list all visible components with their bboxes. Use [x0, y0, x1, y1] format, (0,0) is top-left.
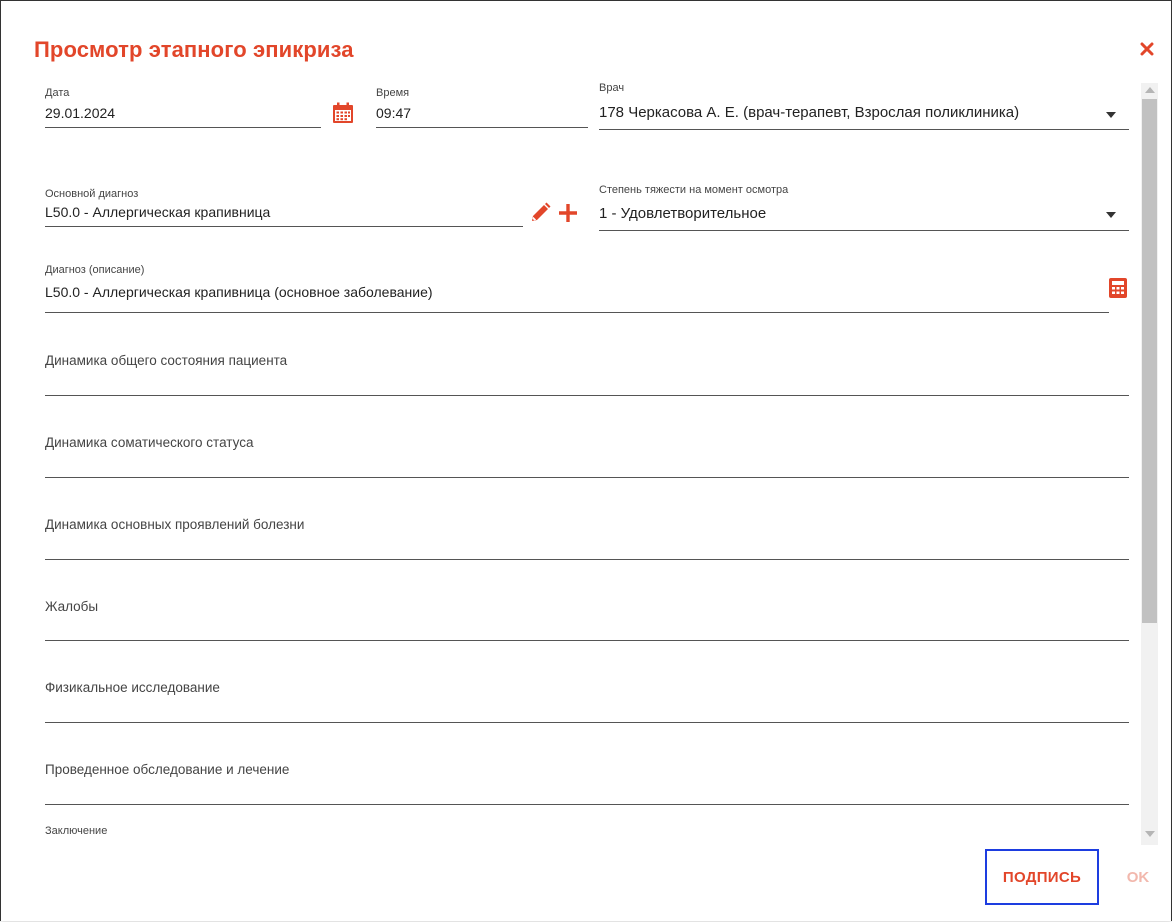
- diagnosis-desc-field[interactable]: L50.0 - Аллергическая крапивница (основн…: [45, 284, 433, 300]
- scroll-down-icon[interactable]: [1145, 831, 1155, 837]
- doctor-underline: [599, 129, 1129, 130]
- pencil-icon[interactable]: [529, 202, 551, 229]
- scrollbar-thumb[interactable]: [1142, 99, 1157, 623]
- date-field[interactable]: 29.01.2024: [45, 105, 115, 121]
- physical-exam-field[interactable]: Физикальное исследование: [45, 680, 220, 695]
- doctor-label: Врач: [599, 82, 625, 94]
- complaints-field[interactable]: Жалобы: [45, 599, 98, 614]
- severity-label: Степень тяжести на момент осмотра: [599, 184, 789, 196]
- complaints-underline: [45, 640, 1129, 641]
- date-label: Дата: [45, 87, 70, 99]
- epicrisis-dialog: Просмотр этапного эпикриза Дата 29.01.20…: [0, 0, 1172, 921]
- somatic-status-field[interactable]: Динамика соматического статуса: [45, 435, 254, 450]
- time-underline: [376, 127, 588, 128]
- close-icon[interactable]: [1139, 41, 1157, 59]
- ok-button[interactable]: OK: [1121, 865, 1155, 889]
- dialog-title: Просмотр этапного эпикриза: [34, 37, 354, 62]
- main-diagnosis-label: Основной диагноз: [45, 188, 139, 200]
- severity-select[interactable]: 1 - Удовлетворительное: [599, 205, 766, 222]
- disease-manifest-underline: [45, 559, 1129, 560]
- general-state-underline: [45, 395, 1129, 396]
- sign-button[interactable]: ПОДПИСЬ: [985, 849, 1099, 905]
- chevron-down-icon[interactable]: [1106, 212, 1116, 218]
- calendar-icon[interactable]: [332, 102, 354, 129]
- general-state-field[interactable]: Динамика общего состояния пациента: [45, 353, 287, 368]
- physical-exam-underline: [45, 722, 1129, 723]
- disease-manifest-field[interactable]: Динамика основных проявлений болезни: [45, 517, 304, 532]
- calculator-icon[interactable]: [1108, 277, 1128, 304]
- chevron-down-icon[interactable]: [1106, 112, 1116, 118]
- time-label: Время: [376, 87, 410, 99]
- severity-underline: [599, 230, 1129, 231]
- exam-treatment-underline: [45, 804, 1129, 805]
- plus-icon[interactable]: [557, 202, 579, 229]
- doctor-select[interactable]: 178 Черкасова А. Е. (врач-терапевт, Взро…: [599, 104, 1019, 121]
- somatic-status-underline: [45, 477, 1129, 478]
- diagnosis-desc-underline: [45, 312, 1109, 313]
- scroll-up-icon[interactable]: [1145, 87, 1155, 93]
- date-underline: [45, 127, 321, 128]
- exam-treatment-field[interactable]: Проведенное обследование и лечение: [45, 762, 289, 777]
- main-diagnosis-underline: [45, 226, 523, 227]
- conclusion-label[interactable]: Заключение: [45, 825, 107, 837]
- diagnosis-desc-label: Диагноз (описание): [45, 264, 145, 276]
- main-diagnosis-field[interactable]: L50.0 - Аллергическая крапивница: [45, 204, 270, 220]
- time-field[interactable]: 09:47: [376, 105, 411, 121]
